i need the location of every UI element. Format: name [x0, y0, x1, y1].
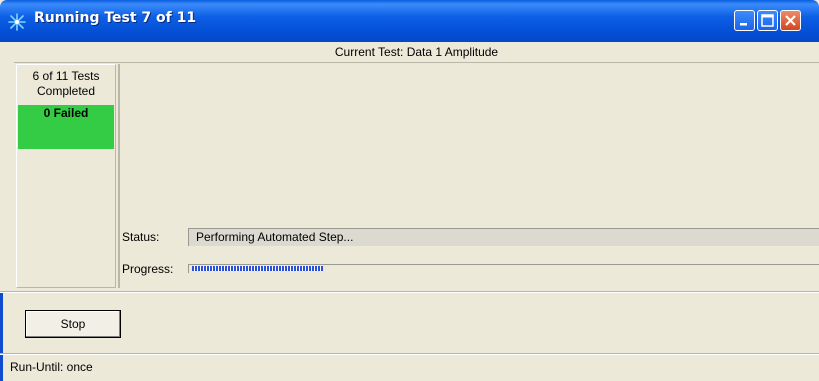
status-label: Status: [122, 230, 160, 244]
maximize-icon [761, 14, 774, 27]
stop-button[interactable]: Stop [25, 310, 121, 338]
left-rail [0, 42, 14, 291]
sparkle-icon [8, 13, 26, 31]
tests-completed-line2: Completed [36, 84, 96, 98]
failed-count-badge: 0 Failed [18, 105, 114, 149]
window-title: Running Test 7 of 11 [34, 10, 197, 26]
maximize-button[interactable] [757, 10, 778, 31]
close-button[interactable] [780, 10, 801, 31]
tests-completed-count: 6 of 11 Tests Completed [17, 69, 115, 99]
status-field: Performing Automated Step... [188, 228, 819, 246]
run-until-status: Run-Until: once [10, 360, 93, 374]
progress-fill [192, 266, 323, 271]
minimize-icon [740, 23, 747, 26]
test-runner-window: Running Test 7 of 11 Current Test: Data … [0, 0, 819, 381]
progress-bar [188, 264, 819, 273]
close-icon [785, 15, 796, 26]
test-summary-panel: 6 of 11 Tests Completed 0 Failed [16, 64, 116, 288]
minimize-button[interactable] [734, 10, 755, 31]
current-test-header: Current Test: Data 1 Amplitude [14, 42, 819, 63]
divider [0, 353, 819, 355]
title-bar[interactable]: Running Test 7 of 11 [0, 0, 819, 42]
progress-label: Progress: [122, 262, 174, 276]
divider [0, 291, 819, 293]
main-panel [118, 64, 819, 288]
tests-completed-line1: 6 of 11 Tests [32, 69, 100, 83]
